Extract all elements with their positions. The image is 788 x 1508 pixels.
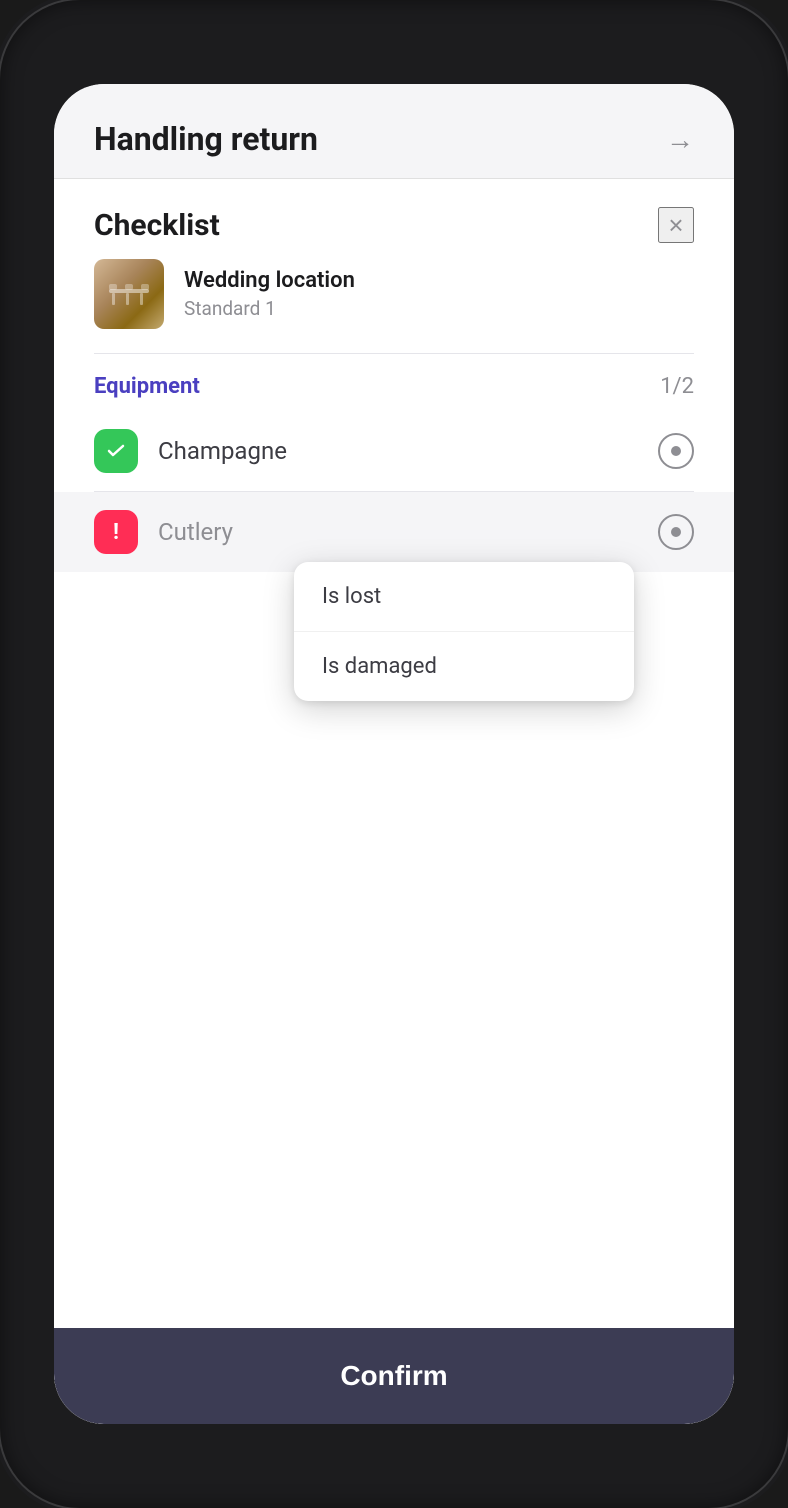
- location-card: Wedding location Standard 1: [94, 259, 694, 329]
- location-thumbnail: [94, 259, 164, 329]
- dropdown-wrapper: Is lost Is damaged: [94, 572, 734, 701]
- app-header: Handling return →: [54, 84, 734, 179]
- phone-shell: Handling return → Checklist ×: [0, 0, 788, 1508]
- champagne-radio-button[interactable]: [658, 433, 694, 469]
- checkmark-icon: [104, 439, 128, 463]
- wedding-location-icon: [104, 269, 154, 319]
- radio-dot-2: [671, 527, 681, 537]
- equipment-label: Equipment: [94, 374, 200, 399]
- location-info: Wedding location Standard 1: [184, 268, 355, 320]
- equipment-header: Equipment 1/2: [54, 354, 734, 411]
- confirm-bar: Confirm: [54, 1328, 734, 1424]
- checklist-title: Checklist: [94, 208, 220, 243]
- checklist-header: Checklist ×: [54, 179, 734, 259]
- cutlery-item-name: Cutlery: [158, 518, 638, 546]
- location-subtitle: Standard 1: [184, 297, 355, 320]
- equipment-item-champagne[interactable]: Champagne: [54, 411, 734, 491]
- radio-dot: [671, 446, 681, 456]
- alert-icon: !: [94, 510, 138, 554]
- page-title: Handling return: [94, 120, 318, 158]
- location-name: Wedding location: [184, 268, 355, 293]
- phone-screen: Handling return → Checklist ×: [54, 84, 734, 1424]
- location-thumb-inner: [94, 259, 164, 329]
- main-content: Checklist ×: [54, 179, 734, 1424]
- cutlery-radio-button[interactable]: [658, 514, 694, 550]
- arrow-right-icon[interactable]: →: [666, 123, 694, 156]
- champagne-item-name: Champagne: [158, 437, 638, 465]
- confirm-button[interactable]: Confirm: [94, 1356, 694, 1396]
- exclamation-icon: !: [113, 520, 119, 545]
- context-dropdown-menu: Is lost Is damaged: [294, 562, 634, 701]
- dropdown-item-is-damaged[interactable]: Is damaged: [294, 632, 634, 701]
- equipment-count: 1/2: [660, 374, 694, 399]
- close-button[interactable]: ×: [658, 207, 694, 243]
- dropdown-item-is-lost[interactable]: Is lost: [294, 562, 634, 632]
- content-spacer: [54, 701, 734, 1328]
- checked-icon: [94, 429, 138, 473]
- equipment-item-cutlery[interactable]: ! Cutlery: [54, 492, 734, 572]
